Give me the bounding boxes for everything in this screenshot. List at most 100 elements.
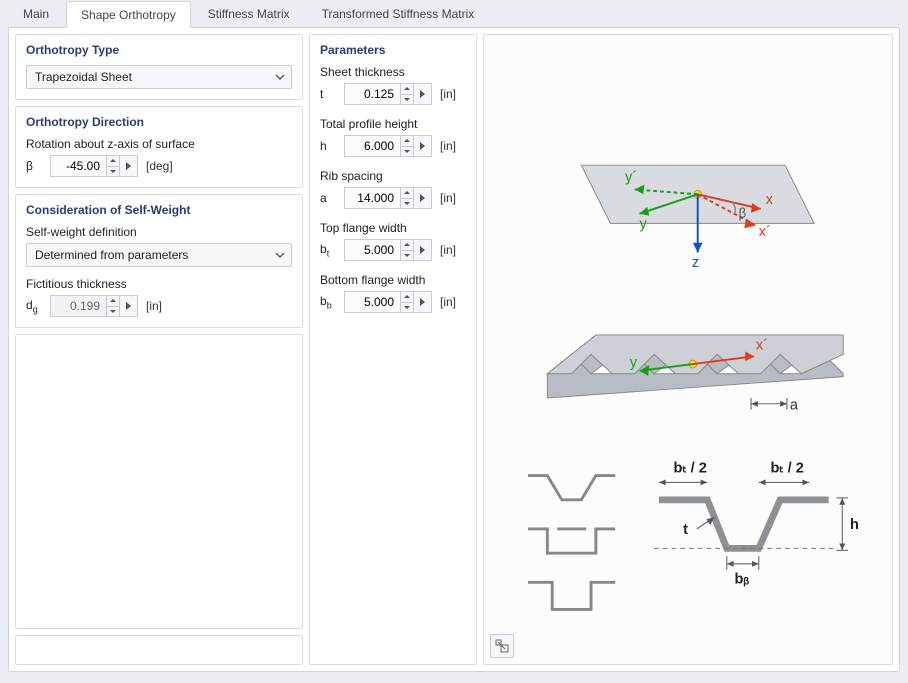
rotation-label: Rotation about z-axis of surface: [26, 137, 292, 151]
fictitious-input[interactable]: [50, 295, 106, 317]
t-spinner: [344, 83, 432, 105]
axis-xp-label: x´: [759, 224, 771, 240]
fictitious-spinner: [50, 295, 138, 317]
h-spinner: [344, 135, 432, 157]
panel-parameters: Parameters Sheet thickness t [in] Total …: [309, 34, 477, 665]
axis-y-label: y: [640, 216, 648, 232]
fictitious-symbol: dg: [26, 298, 46, 314]
axis-beta-label: β: [738, 206, 746, 221]
t-apply-button[interactable]: [414, 83, 432, 105]
bb-input[interactable]: [344, 291, 400, 313]
t-spin-down[interactable]: [401, 95, 413, 105]
panel-empty-left: [15, 334, 303, 629]
panel-orthotropy-direction: Orthotropy Direction Rotation about z-ax…: [15, 106, 303, 188]
bt-spin-buttons: [400, 239, 414, 261]
h-spin-buttons: [400, 135, 414, 157]
axis-z-label: z: [692, 255, 699, 271]
orthotropy-type-select[interactable]: Trapezoidal Sheet: [26, 65, 292, 89]
h-symbol: h: [320, 139, 340, 153]
bt-spin-down[interactable]: [401, 251, 413, 261]
a-apply-button[interactable]: [414, 187, 432, 209]
bb-spin-down[interactable]: [401, 303, 413, 313]
bottom-bar-left: [15, 635, 303, 665]
a-input[interactable]: [344, 187, 400, 209]
a-unit: [in]: [440, 191, 456, 205]
bb-label: Bottom flange width: [320, 273, 466, 287]
panel-self-weight: Consideration of Self-Weight Self-weight…: [15, 194, 303, 328]
play-icon: [420, 298, 425, 306]
rotation-input[interactable]: [50, 155, 106, 177]
fictitious-unit: [in]: [146, 299, 162, 313]
axis-yp-label: y´: [625, 170, 637, 186]
h-unit: [in]: [440, 139, 456, 153]
right-column: y y´ x x´ z: [483, 34, 893, 665]
label-h: h: [850, 517, 859, 533]
fictitious-row: dg [in]: [26, 295, 292, 317]
chevron-down-icon: [275, 74, 285, 80]
chevron-down-icon: [275, 252, 285, 258]
a-spinner: [344, 187, 432, 209]
diagram-svg: y y´ x x´ z: [494, 45, 882, 654]
h-row: h [in]: [320, 135, 466, 157]
bt-unit: [in]: [440, 243, 456, 257]
fictitious-apply-button[interactable]: [120, 295, 138, 317]
tab-shape-orthotropy[interactable]: Shape Orthotropy: [66, 1, 191, 28]
t-unit: [in]: [440, 87, 456, 101]
t-input[interactable]: [344, 83, 400, 105]
tab-content: Orthotropy Type Trapezoidal Sheet Orthot…: [8, 27, 900, 672]
bb-unit: [in]: [440, 295, 456, 309]
a-row: a [in]: [320, 187, 466, 209]
triangle-down-icon: [110, 170, 116, 173]
section-title-selfweight: Consideration of Self-Weight: [26, 203, 292, 217]
diagram-corner-button: [490, 634, 514, 658]
triangle-down-icon: [404, 202, 410, 205]
triangle-up-icon: [404, 191, 410, 194]
t-row: t [in]: [320, 83, 466, 105]
triangle-up-icon: [404, 87, 410, 90]
triangle-down-icon: [404, 150, 410, 153]
axis-y-label-2: y: [630, 355, 638, 371]
a-label: Rib spacing: [320, 169, 466, 183]
fictitious-spin-buttons: [106, 295, 120, 317]
h-label: Total profile height: [320, 117, 466, 131]
tab-stiffness-matrix[interactable]: Stiffness Matrix: [193, 0, 305, 27]
panel-orthotropy-type: Orthotropy Type Trapezoidal Sheet: [15, 34, 303, 100]
bb-spin-up[interactable]: [401, 292, 413, 303]
bb-apply-button[interactable]: [414, 291, 432, 313]
rotation-spin-up[interactable]: [107, 156, 119, 167]
bt-row: bt [in]: [320, 239, 466, 261]
h-input[interactable]: [344, 135, 400, 157]
expand-diagram-button[interactable]: [490, 634, 514, 658]
tab-main[interactable]: Main: [8, 0, 64, 27]
a-spin-down[interactable]: [401, 199, 413, 209]
selfweight-def-label: Self-weight definition: [26, 225, 292, 239]
t-spin-buttons: [400, 83, 414, 105]
rotation-symbol: β: [26, 159, 46, 173]
a-spin-buttons: [400, 187, 414, 209]
label-a: a: [790, 398, 799, 414]
bt-input[interactable]: [344, 239, 400, 261]
t-spin-up[interactable]: [401, 84, 413, 95]
fictitious-spin-up[interactable]: [107, 296, 119, 307]
h-apply-button[interactable]: [414, 135, 432, 157]
section-title-orthotropy-type: Orthotropy Type: [26, 43, 292, 57]
trapezoid-3d-diagram: y x´ a: [547, 335, 843, 414]
play-icon: [420, 142, 425, 150]
h-spin-up[interactable]: [401, 136, 413, 147]
triangle-down-icon: [110, 310, 116, 313]
bt-spin-up[interactable]: [401, 240, 413, 251]
h-spin-down[interactable]: [401, 147, 413, 157]
bb-row: bb [in]: [320, 291, 466, 313]
a-spin-up[interactable]: [401, 188, 413, 199]
rotation-spin-down[interactable]: [107, 167, 119, 177]
bt-apply-button[interactable]: [414, 239, 432, 261]
rotation-apply-button[interactable]: [120, 155, 138, 177]
triangle-up-icon: [110, 299, 116, 302]
play-icon: [126, 162, 131, 170]
selfweight-select[interactable]: Determined from parameters: [26, 243, 292, 267]
bb-symbol: bb: [320, 294, 340, 310]
fictitious-spin-down[interactable]: [107, 307, 119, 317]
triangle-down-icon: [404, 254, 410, 257]
triangle-down-icon: [404, 306, 410, 309]
tab-transformed-stiffness[interactable]: Transformed Stiffness Matrix: [307, 0, 490, 27]
